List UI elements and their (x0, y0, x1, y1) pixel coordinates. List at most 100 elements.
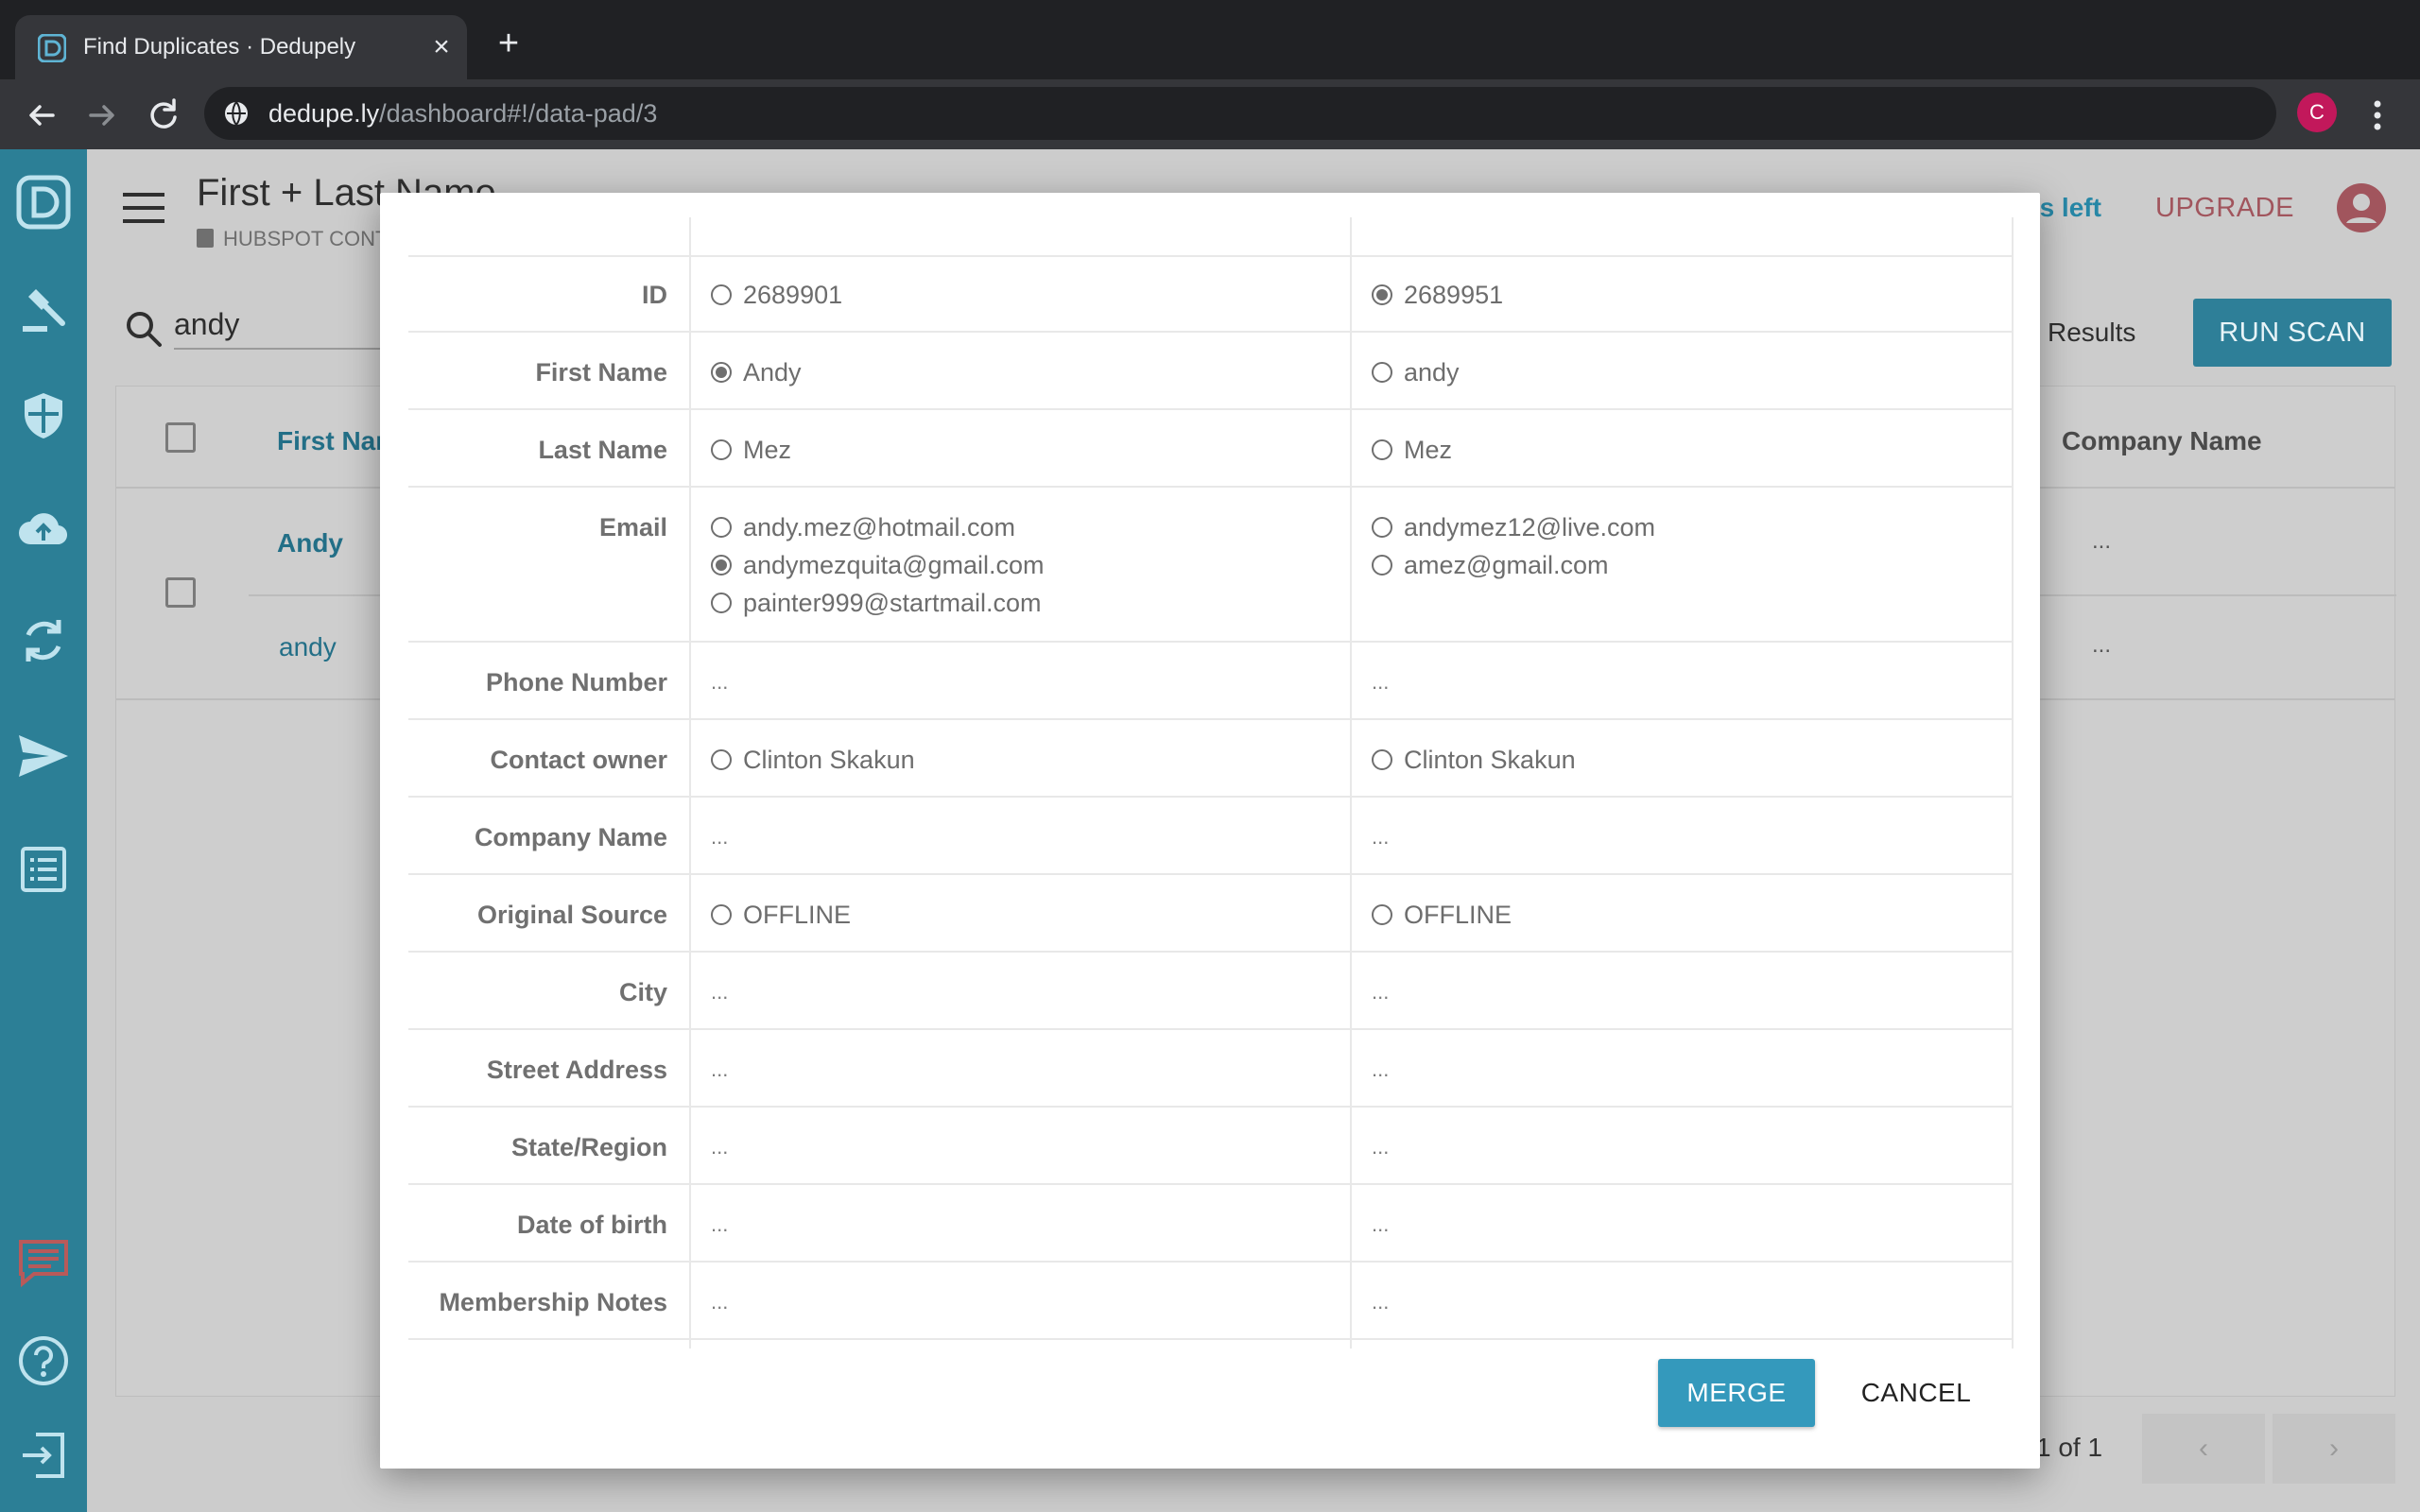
browser-profile-avatar[interactable]: C (2297, 93, 2337, 132)
radio-selected-icon[interactable] (711, 555, 732, 576)
radio-unselected-icon[interactable] (1372, 517, 1392, 538)
table-cell-first-name[interactable]: andy (279, 632, 337, 662)
record-right-value-cell: Clinton Skakun (1372, 741, 1576, 779)
option-value: 2689901 (743, 281, 843, 309)
list-icon[interactable] (15, 841, 72, 898)
option-value: andymez12@live.com (1404, 513, 1656, 541)
address-bar[interactable]: dedupe.ly/dashboard#!/data-pad/3 (204, 87, 2276, 140)
run-scan-button[interactable]: RUN SCAN (2193, 299, 2392, 367)
tab-title: Find Duplicates · Dedupely (83, 34, 356, 60)
option-value: Clinton Skakun (743, 746, 915, 774)
radio-unselected-icon[interactable] (1372, 749, 1392, 770)
record-right-value-cell: ... (1372, 1206, 1389, 1244)
record-right-value-cell: ... (1372, 663, 1389, 701)
field-option[interactable]: Clinton Skakun (711, 741, 915, 779)
record-right-value-cell: ... (1372, 1128, 1389, 1166)
field-option[interactable]: 2689951 (1372, 276, 1503, 314)
record-left-value-cell: ... (711, 973, 728, 1011)
send-icon[interactable] (15, 728, 72, 784)
record-left-value-cell: Clinton Skakun (711, 741, 915, 779)
radio-unselected-icon[interactable] (711, 284, 732, 305)
field-option[interactable]: Clinton Skakun (1372, 741, 1576, 779)
field-label: Original Source (476, 901, 667, 929)
record-left-value-cell: ... (711, 1283, 728, 1321)
field-option[interactable]: andymez12@live.com (1372, 508, 1655, 546)
radio-unselected-icon[interactable] (711, 439, 732, 460)
site-info-icon[interactable] (223, 100, 250, 127)
field-option[interactable]: amez@gmail.com (1372, 546, 1655, 584)
column-header-company-name[interactable]: Company Name (2062, 426, 2262, 456)
results-link[interactable]: Results (2048, 318, 2135, 348)
field-label: First Name (535, 358, 667, 387)
radio-unselected-icon[interactable] (1372, 439, 1392, 460)
record-right-value-cell: 2689951 (1372, 276, 1503, 314)
radio-unselected-icon[interactable] (1372, 904, 1392, 925)
merge-field-row: First Name Andy andy (408, 335, 2014, 410)
empty-value: ... (711, 825, 729, 849)
hubspot-contacts-icon (197, 229, 214, 248)
back-arrow-icon[interactable] (21, 94, 62, 136)
reload-icon[interactable] (142, 94, 183, 136)
tab-close-icon[interactable]: × (425, 31, 458, 63)
merge-button[interactable]: MERGE (1658, 1359, 1815, 1427)
dedupely-favicon-icon (38, 34, 66, 62)
radio-selected-icon[interactable] (711, 362, 732, 383)
field-label: City (618, 978, 667, 1006)
radio-unselected-icon[interactable] (711, 904, 732, 925)
empty-value: ... (711, 1057, 729, 1081)
field-option[interactable]: andy (1372, 353, 1460, 391)
field-label: Company Name (474, 823, 667, 851)
help-icon[interactable] (15, 1332, 72, 1389)
pagination-label: 1 of 1 (2036, 1433, 2103, 1462)
option-value: andymezquita@gmail.com (743, 551, 1045, 579)
browser-menu-icon[interactable] (2363, 94, 2392, 136)
browser-tab-active[interactable]: Find Duplicates · Dedupely × (15, 15, 467, 79)
account-avatar-icon[interactable] (2335, 181, 2388, 234)
pagination-next-button[interactable]: › (2273, 1414, 2395, 1484)
group-checkbox[interactable] (165, 577, 196, 608)
option-value: Andy (743, 358, 802, 387)
dedupely-logo-icon[interactable] (15, 174, 72, 231)
field-option[interactable]: OFFLINE (1372, 896, 1512, 934)
field-option[interactable]: andy.mez@hotmail.com (711, 508, 1045, 546)
chat-icon[interactable] (15, 1234, 72, 1291)
radio-selected-icon[interactable] (1372, 284, 1392, 305)
cloud-upload-icon[interactable] (15, 501, 72, 558)
select-all-checkbox[interactable] (165, 422, 196, 453)
merge-field-row: Email andy.mez@hotmail.com andymezquita@gm… (408, 490, 2014, 643)
field-label: Phone Number (485, 668, 667, 696)
record-left-value-cell: andy.mez@hotmail.com andymezquita@gmail.c… (711, 508, 1045, 622)
sync-icon[interactable] (15, 612, 72, 669)
table-cell-first-name[interactable]: Andy (277, 528, 343, 558)
field-option[interactable]: andymezquita@gmail.com (711, 546, 1045, 584)
forward-arrow-icon[interactable] (81, 94, 123, 136)
cancel-button[interactable]: CANCEL (1836, 1359, 1996, 1427)
merge-field-row: Phone Number...... (408, 644, 2014, 720)
new-tab-icon[interactable]: + (490, 25, 527, 62)
merge-table-header (408, 217, 2014, 257)
field-option[interactable]: OFFLINE (711, 896, 851, 934)
field-option[interactable]: Mez (1372, 431, 1452, 469)
radio-unselected-icon[interactable] (711, 749, 732, 770)
logout-icon[interactable] (15, 1427, 72, 1484)
shield-icon[interactable] (15, 387, 72, 444)
radio-unselected-icon[interactable] (1372, 362, 1392, 383)
merge-field-row: State/Region...... (408, 1109, 2014, 1185)
field-label: State/Region (510, 1133, 667, 1161)
empty-value: ... (1372, 1135, 1390, 1159)
gavel-icon[interactable] (15, 280, 72, 336)
option-value: painter999@startmail.com (743, 589, 1042, 617)
radio-unselected-icon[interactable] (711, 593, 732, 613)
hamburger-menu-icon[interactable] (121, 191, 166, 225)
radio-unselected-icon[interactable] (711, 517, 732, 538)
column-divider (2012, 217, 2014, 1349)
pagination-prev-button[interactable]: ‹ (2142, 1414, 2265, 1484)
field-option[interactable]: painter999@startmail.com (711, 584, 1045, 622)
field-option[interactable]: Mez (711, 431, 791, 469)
field-option[interactable]: 2689901 (711, 276, 842, 314)
radio-unselected-icon[interactable] (1372, 555, 1392, 576)
upgrade-link[interactable]: UPGRADE (2155, 193, 2294, 224)
merge-field-row: Company Name...... (408, 799, 2014, 875)
table-cell-company: ... (2092, 528, 2112, 554)
field-option[interactable]: Andy (711, 353, 802, 391)
